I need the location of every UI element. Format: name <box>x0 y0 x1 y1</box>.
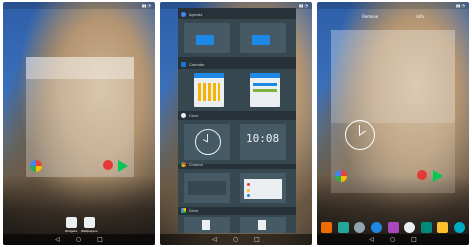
section-header: Chrome <box>178 160 296 169</box>
widget-preview[interactable] <box>184 124 230 160</box>
drive-preview-doc-icon <box>258 220 266 230</box>
widgets-tray-icon[interactable] <box>66 217 77 228</box>
section-title: Drive <box>189 208 199 213</box>
calendar-preview-event <box>253 83 277 86</box>
recents-icon[interactable]: □ <box>97 236 103 243</box>
widget-preview[interactable] <box>240 217 286 233</box>
section-title: Agenda <box>189 12 203 17</box>
drag-targets: Remove Info <box>317 14 469 19</box>
photos-icon[interactable] <box>335 170 347 182</box>
widget-section-clock: Clock 10:08 <box>178 111 296 164</box>
widget-section-chrome: Chrome <box>178 160 296 207</box>
recents-icon[interactable]: □ <box>411 236 417 243</box>
play-store-icon[interactable] <box>118 160 128 172</box>
nav-bar: ◁ ○ □ <box>317 234 469 245</box>
section-title: Calendar <box>189 62 205 67</box>
calendar-icon <box>181 62 186 67</box>
widget-section-calendar: Calendar <box>178 60 296 111</box>
nav-bar: ◁ ○ □ <box>160 234 312 245</box>
dock-app-icon[interactable] <box>454 222 465 233</box>
remove-target[interactable]: Remove <box>362 14 378 19</box>
widget-drop-target[interactable] <box>331 30 455 123</box>
section-header: Clock <box>178 111 296 120</box>
app-icon[interactable] <box>417 170 427 180</box>
widget-picker-screen: ▮▮ ◔ Agenda Calendar Clock 10:08 Chrome … <box>160 2 312 245</box>
section-header: Drive <box>178 206 296 215</box>
calendar-preview-header <box>194 73 224 78</box>
section-body <box>178 19 296 57</box>
dock-app-icon[interactable] <box>387 222 399 233</box>
back-icon[interactable]: ◁ <box>55 236 60 243</box>
widget-preview[interactable] <box>184 217 230 233</box>
widgets-tray-label: Widgets <box>65 229 78 233</box>
widget-preview[interactable] <box>184 23 230 53</box>
chrome-preview-body <box>188 181 226 195</box>
widget-picker-list[interactable]: Agenda Calendar Clock 10:08 Chrome Drive <box>178 8 296 233</box>
app-icon[interactable] <box>103 160 113 170</box>
section-header: Calendar <box>178 60 296 69</box>
section-body <box>178 69 296 111</box>
section-title: Clock <box>189 113 199 118</box>
bookmark-dot <box>247 194 250 197</box>
dock <box>321 222 465 233</box>
wallpapers-tray-label: Wallpapers <box>81 229 98 233</box>
dock-app-icon[interactable] <box>437 222 449 233</box>
photos-icon[interactable] <box>30 160 42 172</box>
section-title: Chrome <box>189 162 203 167</box>
play-store-icon[interactable] <box>433 170 443 182</box>
bookmark-dot <box>247 183 250 186</box>
dock-app-icon[interactable] <box>370 222 382 233</box>
widget-preview[interactable] <box>184 173 230 203</box>
calendar-preview-header <box>250 73 280 78</box>
home-icon[interactable]: ○ <box>390 236 395 243</box>
chrome-preview-body <box>244 179 282 199</box>
home-icon[interactable]: ○ <box>76 236 81 243</box>
widget-preview[interactable] <box>250 73 280 107</box>
widget-preview[interactable] <box>194 73 224 107</box>
widget-preview[interactable]: 10:08 <box>240 124 286 160</box>
drive-icon <box>181 208 186 213</box>
agenda-preview-icon <box>252 35 270 45</box>
agenda-icon <box>181 12 186 17</box>
dock-app-icon[interactable] <box>321 222 332 233</box>
widget-preview[interactable] <box>240 173 286 203</box>
dock-app-icon[interactable] <box>337 222 349 233</box>
back-icon[interactable]: ◁ <box>212 236 217 243</box>
widget-section-drive: Drive <box>178 206 296 233</box>
calendar-preview-grid <box>198 83 220 101</box>
analog-clock-widget[interactable] <box>345 120 375 150</box>
analog-clock-preview <box>195 129 221 155</box>
section-body <box>178 169 296 207</box>
dock-app-icon[interactable] <box>404 222 416 233</box>
home-screen-panel-1: ▮▮ ◔ Widgets Wallpapers ◁ ○ □ <box>3 2 155 245</box>
status-bar: ▮▮ ◔ <box>317 2 469 9</box>
back-icon[interactable]: ◁ <box>369 236 374 243</box>
section-header: Agenda <box>178 10 296 19</box>
widget-drop-highlight <box>26 57 134 79</box>
info-target[interactable]: Info <box>416 14 424 19</box>
nav-bar: ◁ ○ □ <box>3 234 155 245</box>
digital-clock-preview: 10:08 <box>246 132 280 145</box>
home-icon[interactable]: ○ <box>233 236 238 243</box>
section-body: 10:08 <box>178 120 296 164</box>
agenda-preview-icon <box>196 35 214 45</box>
recents-icon[interactable]: □ <box>254 236 260 243</box>
wallpapers-tray-icon[interactable] <box>84 217 95 228</box>
clock-icon <box>181 113 186 118</box>
drive-preview-doc-icon <box>202 220 210 230</box>
status-bar: ▮▮ ◔ <box>3 2 155 9</box>
chrome-icon <box>181 162 186 167</box>
bookmark-dot <box>247 189 250 192</box>
dock-app-icon[interactable] <box>420 222 432 233</box>
home-screen-panel-3: ▮▮ ◔ Remove Info ◁ ○ □ <box>317 2 469 245</box>
widget-section-agenda: Agenda <box>178 10 296 57</box>
calendar-preview-event <box>253 89 277 92</box>
widget-preview[interactable] <box>240 23 286 53</box>
section-body <box>178 215 296 233</box>
dock-app-icon[interactable] <box>354 222 366 233</box>
